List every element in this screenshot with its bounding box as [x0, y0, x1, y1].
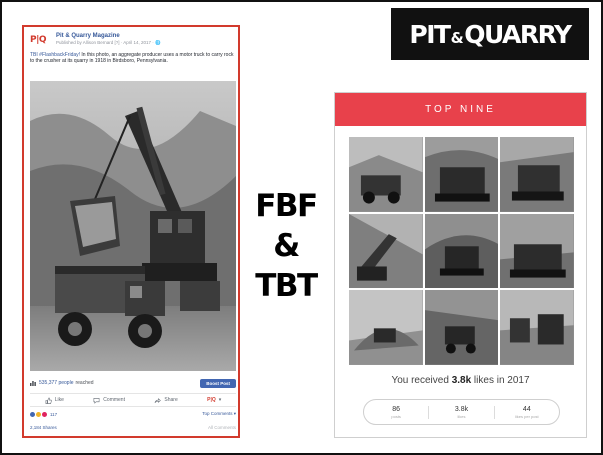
wow-reaction-icon	[36, 411, 41, 417]
fbf-and-tbt-heading: FBF & TBT	[240, 186, 332, 306]
page-mini-logo: P|Q	[207, 397, 216, 403]
fbf-label: FBF	[255, 188, 318, 224]
post-photo-mining-shovel[interactable]	[30, 81, 236, 371]
hashtag-link[interactable]: TBI #FlashbackFriday!	[30, 52, 80, 58]
page-name-link[interactable]: Pit & Quarry Magazine	[56, 33, 161, 40]
post-caption: TBI #FlashbackFriday! In this photo, an …	[30, 52, 234, 65]
stats-pill: 86 posts 3.8k likes 44 likes per post	[363, 399, 560, 425]
boost-post-button[interactable]: Boost Post	[200, 378, 236, 388]
vintage-shovel-photo	[30, 81, 236, 371]
love-reaction-icon	[42, 411, 47, 417]
reactions-row: 117 Top Comments ▾	[30, 410, 236, 418]
grid-photo-9[interactable]	[500, 290, 574, 365]
post-action-bar: Like Comment Share P|Q ▾	[30, 393, 236, 407]
facebook-post-card: P|Q Pit & Quarry Magazine Published by A…	[22, 25, 240, 438]
reach-count[interactable]: 535,377 people	[39, 380, 73, 386]
shares-count[interactable]: 2,184 Shares	[30, 425, 57, 430]
grid-photo-2[interactable]	[424, 137, 499, 212]
stat-posts: 86 posts	[364, 405, 430, 419]
reach-label: reached	[75, 380, 94, 386]
chevron-down-icon: ▾	[218, 397, 222, 403]
tbt-label: TBT	[255, 268, 318, 304]
like-button[interactable]: Like	[45, 397, 64, 404]
post-header: P|Q Pit & Quarry Magazine Published by A…	[30, 33, 161, 47]
grid-photo-1[interactable]	[349, 137, 423, 212]
likes-summary: You received 3.8k likes in 2017	[391, 375, 530, 386]
grid-photo-7[interactable]	[349, 290, 423, 365]
top-nine-photo-grid	[349, 137, 574, 365]
reaction-icons[interactable]: 117	[30, 411, 57, 417]
comment-bubble-icon	[93, 397, 100, 404]
shares-row: 2,184 Shares All Comments	[30, 423, 236, 431]
like-reaction-icon	[30, 411, 35, 417]
share-arrow-icon	[155, 397, 162, 403]
top-nine-card: TOP NINE You received 3.8k likes in 2017…	[334, 92, 587, 438]
top-comments-dropdown[interactable]: Top Comments ▾	[202, 411, 236, 417]
top-nine-header: TOP NINE	[335, 93, 586, 126]
thumbs-up-icon	[45, 397, 52, 404]
grid-photo-4[interactable]	[349, 213, 423, 289]
grid-photo-5[interactable]	[424, 213, 499, 289]
grid-photo-8[interactable]	[424, 290, 499, 365]
pit-and-quarry-logo: PIT&QUARRY	[391, 8, 589, 60]
reactions-count[interactable]: 117	[50, 412, 57, 417]
comment-button[interactable]: Comment	[93, 397, 125, 404]
stat-likes-per-post: 44 likes per post	[515, 405, 539, 419]
page-avatar[interactable]: P|Q	[30, 33, 50, 47]
ampersand-label: &	[273, 228, 300, 264]
all-comments-link[interactable]: All Comments	[208, 425, 236, 430]
post-reach-row: 535,377 people reached Boost Post	[30, 378, 236, 388]
insights-bar-icon	[30, 381, 36, 386]
stat-likes: 3.8k likes	[429, 405, 495, 419]
grid-photo-3[interactable]	[500, 137, 574, 212]
share-button[interactable]: Share	[154, 397, 178, 404]
grid-photo-6[interactable]	[500, 213, 574, 289]
page-avatar-selector[interactable]: P|Q ▾	[207, 397, 221, 403]
brand-logo-text: PIT&QUARRY	[409, 19, 572, 49]
post-meta: Published by Allison Bernard [?] · April…	[56, 40, 161, 45]
